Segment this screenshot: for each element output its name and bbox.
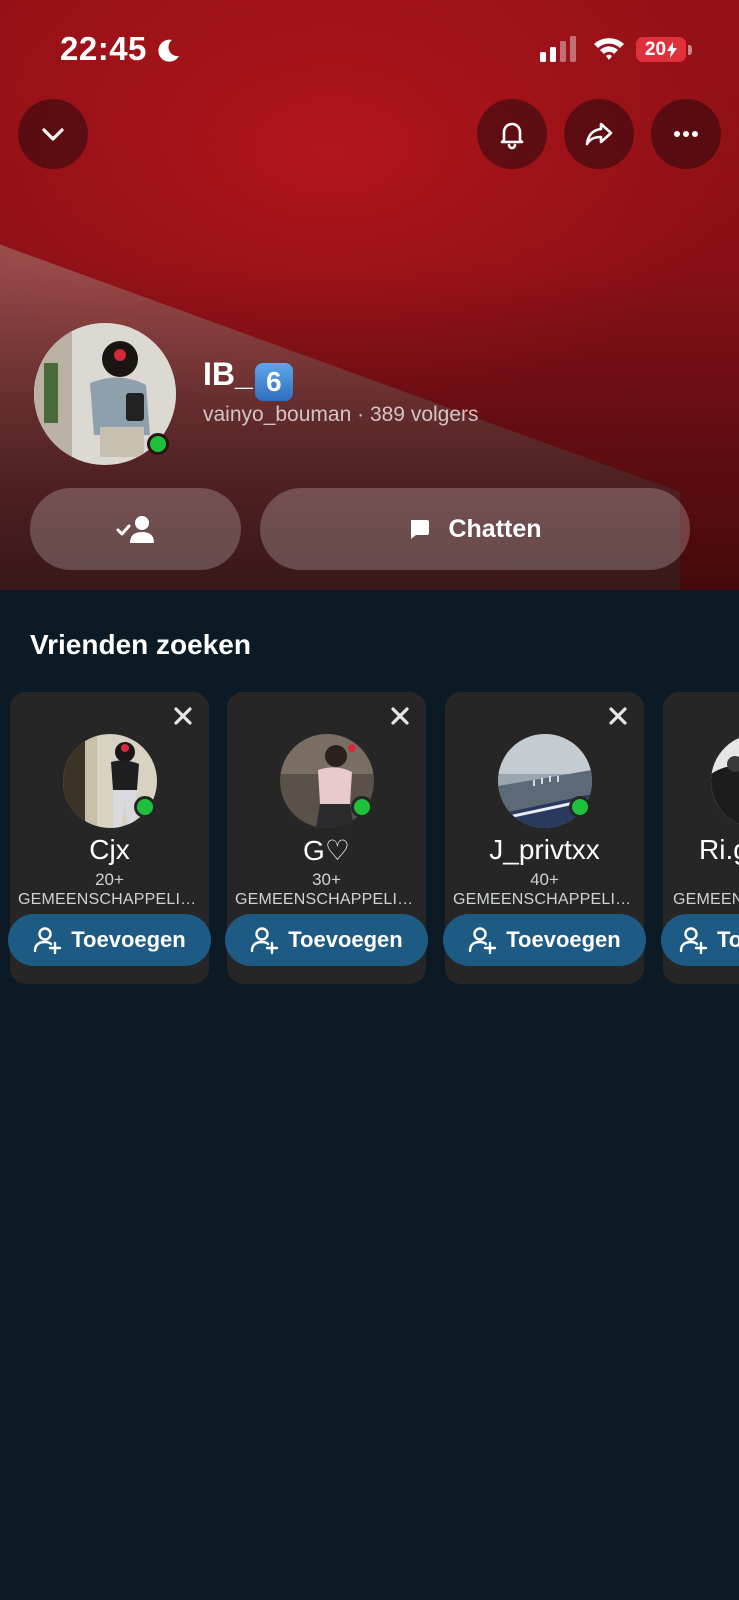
online-indicator	[147, 433, 169, 455]
add-user-icon	[251, 927, 279, 955]
notification-button[interactable]	[477, 99, 547, 169]
suggestion-name: G♡	[303, 835, 350, 866]
add-friend-button[interactable]: Toevoegen	[225, 914, 428, 966]
suggestion-avatar	[711, 734, 739, 828]
suggestion-age: 20+	[95, 870, 124, 889]
display-name: IB_ 6	[203, 356, 293, 401]
share-arrow-icon	[585, 122, 613, 146]
suggestion-name: Ri.g	[699, 834, 739, 865]
more-options-button[interactable]	[651, 99, 721, 169]
suggestion-age: 40+	[530, 870, 559, 889]
suggestion-name: J_privtxx	[489, 834, 600, 865]
suggestion-mutual-label: GEMEENSCHAPPELIJKE VRIENDEN	[235, 891, 418, 908]
chevron-down-icon	[42, 128, 64, 141]
friend-suggestion-card[interactable]: J_privtxx 40+ GEMEENSCHAPPELIJKE VRIENDE…	[443, 692, 646, 984]
bell-icon	[500, 122, 524, 150]
add-friend-button[interactable]: Toevoegen	[443, 914, 646, 966]
collapse-button[interactable]	[18, 99, 88, 169]
friend-suggestion-card[interactable]: G♡ 30+ GEMEENSCHAPPELIJKE VRIENDEN Toevo…	[225, 692, 428, 984]
ellipsis-icon	[674, 131, 698, 137]
friend-check-icon	[116, 516, 154, 543]
follower-count: 389 volgers	[369, 403, 479, 426]
cellular-signal-icon	[540, 36, 576, 62]
dismiss-icon[interactable]	[171, 704, 195, 728]
dismiss-icon[interactable]	[606, 704, 630, 728]
chat-bubble-icon	[411, 520, 430, 539]
suggestion-mutual-label: GEMEENSCHAPPELIJKE VRIENDEN	[673, 891, 739, 908]
status-time: 22:45	[60, 30, 147, 67]
add-friend-label: Toevoegen	[288, 927, 403, 952]
suggestion-mutual-label: GEMEENSCHAPPELIJKE VRIENDEN	[18, 891, 201, 908]
suggestion-name: Cjx	[89, 834, 130, 865]
charging-bolt-icon	[667, 41, 678, 58]
wifi-icon	[594, 38, 624, 60]
section-title-find-friends: Vrienden zoeken	[30, 629, 251, 660]
friend-suggestions-carousel[interactable]: Cjx 20+ GEMEENSCHAPPELIJKE VRIENDEN Toev…	[0, 692, 739, 992]
add-friend-label: Toevoegen	[717, 927, 739, 952]
online-indicator	[134, 796, 156, 818]
add-friend-button[interactable]: Toevoegen	[661, 914, 739, 966]
status-bar: 22:45 20	[0, 0, 739, 100]
add-user-icon	[34, 927, 62, 955]
chat-button-label: Chatten	[448, 514, 542, 543]
online-indicator	[351, 796, 373, 818]
battery-indicator: 20	[636, 37, 686, 62]
add-user-icon	[679, 927, 708, 955]
add-friend-label: Toevoegen	[71, 927, 186, 952]
friend-status-button[interactable]	[30, 488, 241, 570]
friend-suggestion-card[interactable]: Ri.g GEMEENSCHAPPELIJKE VRIENDEN Toevoeg…	[661, 692, 739, 984]
display-name-text: IB_	[203, 356, 253, 392]
share-button[interactable]	[564, 99, 634, 169]
add-friend-button[interactable]: Toevoegen	[8, 914, 211, 966]
moon-icon	[158, 39, 179, 62]
suggestion-age: 30+	[312, 870, 341, 889]
chat-button[interactable]: Chatten	[260, 488, 690, 570]
online-indicator	[569, 796, 591, 818]
username: vainyo_bouman	[203, 403, 352, 426]
keycap-six-emoji: 6	[254, 363, 293, 401]
profile-subline: vainyo_bouman · 389 volgers	[203, 403, 479, 427]
separator-dot: ·	[351, 403, 370, 426]
add-user-icon	[469, 927, 497, 955]
battery-level: 20	[644, 38, 667, 60]
suggestion-mutual-label: GEMEENSCHAPPELIJKE VRIENDEN	[453, 891, 636, 908]
friend-suggestion-card[interactable]: Cjx 20+ GEMEENSCHAPPELIJKE VRIENDEN Toev…	[8, 692, 211, 984]
dismiss-icon[interactable]	[388, 704, 412, 728]
add-friend-label: Toevoegen	[506, 927, 621, 952]
